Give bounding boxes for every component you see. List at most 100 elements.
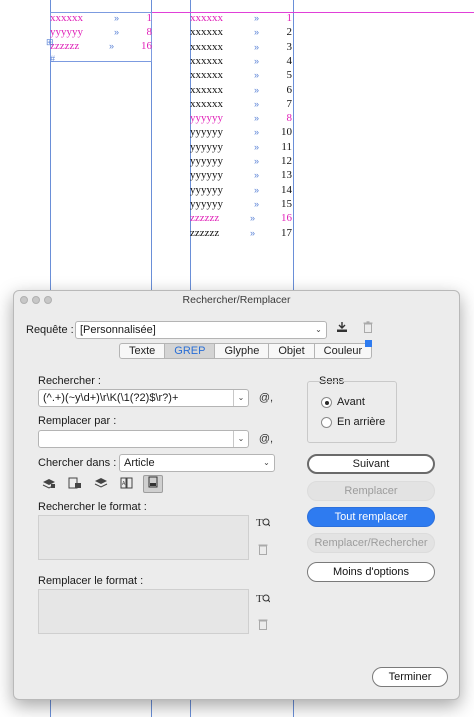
text-word: yyyyyy <box>190 197 223 210</box>
remplacer-button[interactable]: Remplacer <box>307 481 435 501</box>
close-window-button[interactable] <box>20 296 28 304</box>
list-item: zzzzzz » 16 <box>190 211 296 225</box>
sens-group <box>307 381 397 443</box>
text-number: 2 <box>286 26 293 39</box>
tab-marker-icon: » <box>254 84 260 95</box>
remplacer-format-box[interactable] <box>38 589 249 634</box>
dialog-title: Rechercher/Remplacer <box>182 294 291 306</box>
suivant-button[interactable]: Suivant <box>307 454 435 474</box>
text-number: 16 <box>141 40 152 52</box>
radio-avant[interactable] <box>321 397 332 408</box>
tab-marker-icon: » <box>254 170 260 181</box>
text-number: 13 <box>281 169 292 182</box>
rechercher-format-box[interactable] <box>38 515 249 560</box>
pilcrow-icon: # <box>50 54 56 64</box>
tab-marker-icon: » <box>254 113 260 124</box>
tab-marker-icon: » <box>254 70 260 81</box>
zoom-window-button[interactable] <box>44 296 52 304</box>
clear-find-format-icon[interactable] <box>255 543 271 557</box>
rechercher-input[interactable]: (^.+)(~y\d+)\r\K(\1(?2)$\r?)+ ⌄ <box>38 389 249 407</box>
search-type-tabs: Texte GREP Glyphe Objet Couleur <box>119 340 373 359</box>
text-number: 10 <box>281 126 292 139</box>
text-number: 8 <box>286 112 293 125</box>
text-number: 16 <box>281 212 292 225</box>
include-locked-layers-icon[interactable] <box>41 477 57 491</box>
save-query-icon[interactable] <box>334 321 350 337</box>
rechercher-value: (^.+)(~y\d+)\r\K(\1(?2)$\r?)+ <box>43 392 179 404</box>
include-hidden-layers-icon[interactable] <box>93 477 109 491</box>
tab-marker-icon: » <box>254 198 260 209</box>
chercher-dans-value: Article <box>124 457 155 469</box>
remplacer-par-input[interactable]: ⌄ <box>38 430 249 448</box>
find-replace-dialog: Rechercher/Remplacer Requête : [Personna… <box>13 290 460 700</box>
list-item: yyyyyy » 14 <box>190 183 296 197</box>
tab-marker-icon: » <box>250 227 256 238</box>
tab-marker-icon: » <box>254 184 260 195</box>
requete-select[interactable]: [Personnalisée] ⌄ <box>75 321 327 339</box>
text-number: 11 <box>281 140 292 153</box>
include-footnotes-icon[interactable] <box>143 475 163 493</box>
radio-avant-label[interactable]: Avant <box>337 396 365 408</box>
chevron-down-icon[interactable]: ⌄ <box>233 390 248 406</box>
minimize-window-button[interactable] <box>32 296 40 304</box>
terminer-button[interactable]: Terminer <box>372 667 448 687</box>
requete-value: [Personnalisée] <box>80 324 156 336</box>
tab-objet[interactable]: Objet <box>269 343 315 359</box>
list-item: yyyyyy » 13 <box>190 168 296 182</box>
moins-options-button[interactable]: Moins d'options <box>307 562 435 582</box>
requete-label: Requête : <box>26 324 74 336</box>
specify-replace-format-icon[interactable]: T <box>255 591 271 605</box>
chevron-down-icon[interactable]: ⌄ <box>233 431 248 447</box>
list-item: yyyyyy » 8 <box>50 25 154 39</box>
clear-replace-format-icon[interactable] <box>255 618 271 632</box>
include-master-pages-icon[interactable]: A <box>119 477 135 491</box>
tab-couleur[interactable]: Couleur <box>314 340 373 359</box>
list-item: xxxxxx » 1 <box>190 11 296 25</box>
tout-remplacer-button[interactable]: Tout remplacer <box>307 507 435 527</box>
special-characters-icon[interactable]: @, <box>256 390 276 406</box>
overset-marker-icon: ⊞ <box>46 37 54 47</box>
list-item: zzzzzz » 17 <box>190 226 296 240</box>
svg-text:A: A <box>122 481 126 487</box>
text-word: yyyyyy <box>190 126 223 139</box>
tab-marker-icon: » <box>254 55 260 66</box>
special-characters-icon[interactable]: @, <box>256 431 276 447</box>
text-word: yyyyyy <box>190 112 223 125</box>
text-word: yyyyyy <box>190 169 223 182</box>
delete-query-icon[interactable] <box>360 321 376 337</box>
include-locked-stories-icon[interactable] <box>67 477 83 491</box>
text-number: 5 <box>286 69 293 82</box>
text-word: yyyyyy <box>190 155 223 167</box>
specify-find-format-icon[interactable]: T <box>255 515 271 529</box>
tab-glyphe[interactable]: Glyphe <box>215 343 270 359</box>
list-item: yyyyyy » 8 <box>190 111 296 125</box>
remplacer-rechercher-button[interactable]: Remplacer/Rechercher <box>307 533 435 553</box>
text-number: 17 <box>281 226 292 239</box>
text-number: 3 <box>286 40 293 53</box>
text-number: 1 <box>146 12 153 24</box>
remplacer-par-label: Remplacer par : <box>38 415 117 427</box>
text-word: yyyyyy <box>190 140 223 153</box>
list-item: zzzzzz » 16 <box>50 39 154 53</box>
list-item: yyyyyy » 11 <box>190 140 296 154</box>
tab-marker-icon: » <box>109 41 115 51</box>
list-item: xxxxxx » 2 <box>190 25 296 39</box>
chercher-dans-select[interactable]: Article ⌄ <box>119 454 275 472</box>
tab-marker-icon: » <box>254 141 260 152</box>
text-number: 8 <box>146 26 153 38</box>
text-number: 6 <box>286 83 293 96</box>
tab-grep[interactable]: GREP <box>165 343 216 359</box>
radio-en-arriere-label[interactable]: En arrière <box>337 416 385 428</box>
chevron-down-icon: ⌄ <box>263 458 270 467</box>
text-number: 15 <box>281 197 292 210</box>
tab-texte[interactable]: Texte <box>119 343 166 359</box>
dialog-titlebar[interactable]: Rechercher/Remplacer <box>14 291 459 309</box>
radio-en-arriere[interactable] <box>321 417 332 428</box>
list-item: yyyyyy » 10 <box>190 125 296 139</box>
list-item: xxxxxx » 6 <box>190 83 296 97</box>
chercher-dans-label: Chercher dans : <box>38 457 117 469</box>
svg-text:T: T <box>256 593 263 605</box>
text-number: 4 <box>286 54 293 67</box>
text-number: 12 <box>281 155 292 167</box>
list-item: xxxxxx » 3 <box>190 40 296 54</box>
